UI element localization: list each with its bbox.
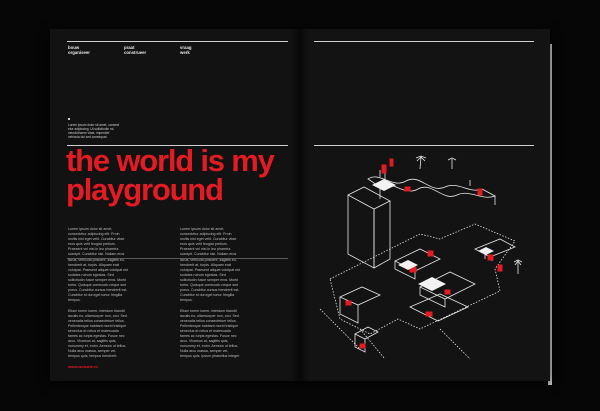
- headline-line-2: playground: [66, 172, 224, 207]
- red-figure: [427, 250, 434, 257]
- palm-tree-icon: [447, 157, 457, 169]
- red-figure: [425, 311, 433, 317]
- tower-left-face: [347, 195, 375, 269]
- red-figure: [404, 186, 411, 192]
- nav-item: organiseer: [68, 50, 90, 55]
- body-column-2: Lorem ipsum dolor sit amet, consectetur …: [180, 227, 240, 359]
- playground-illustration: [319, 155, 523, 360]
- block-4: [409, 293, 469, 322]
- body-column-1: Lorem ipsum dolor sit amet, consectetur …: [68, 227, 128, 359]
- nav-col-build: bouw organiseer: [68, 45, 108, 55]
- red-figure: [444, 289, 451, 295]
- red-figure: [359, 343, 366, 349]
- nav-col-talk: praat construeer: [124, 45, 164, 55]
- top-rule-left: [67, 41, 288, 42]
- red-figure: [381, 164, 387, 174]
- palm-tree-icon: [415, 155, 427, 170]
- nav-col-ask: vraag werk: [180, 45, 220, 55]
- nav-item: construeer: [124, 50, 147, 55]
- red-figure: [497, 264, 503, 272]
- red-figure: [477, 188, 483, 196]
- nav-item: werk: [180, 50, 190, 55]
- footer-url: www.website.nl: [68, 364, 98, 369]
- headline-line-1: the world is my: [66, 143, 275, 178]
- palm-tree-icon: [513, 259, 523, 274]
- red-figure: [487, 254, 494, 261]
- headline: the world is my playground: [66, 143, 296, 207]
- red-figure: [389, 158, 394, 167]
- intro-marker: [68, 118, 70, 120]
- block-5: [474, 238, 516, 258]
- red-figure: [345, 300, 352, 306]
- intro-text: Lorem ipsum dolor sit amet, consect etur…: [68, 123, 120, 139]
- tower-right-face: [373, 201, 391, 269]
